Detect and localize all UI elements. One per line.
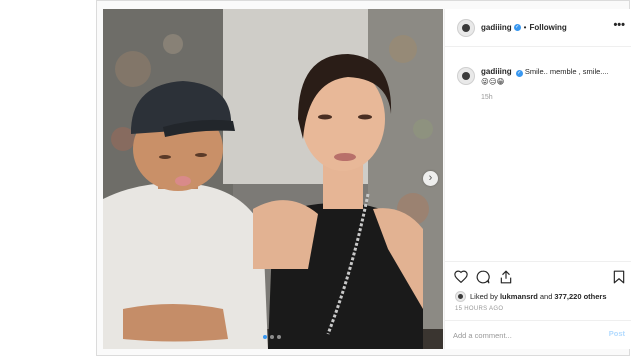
- caption: gadiiing ✓ Smile.. memble , smile.... 😜😑…: [457, 67, 623, 87]
- post-comment-button[interactable]: Post: [609, 329, 625, 338]
- caption-emojis: 😜😑😁: [481, 77, 505, 86]
- avatar[interactable]: [455, 291, 466, 302]
- likes-summary: Liked by lukmansrd and 377,220 others: [455, 291, 609, 302]
- page-right-margin: [630, 0, 640, 360]
- post-side-panel: gadiiing ✓ • Following ••• gadiiing ✓ Sm…: [444, 9, 631, 349]
- caption-text-block: gadiiing ✓ Smile.. memble , smile.... 😜😑…: [481, 67, 609, 87]
- page-left-margin: [0, 0, 96, 360]
- caption-text: Smile.. memble , smile....: [524, 67, 609, 76]
- following-button[interactable]: Following: [529, 23, 566, 32]
- carousel-indicator: [263, 335, 281, 339]
- carousel-dot-active: [263, 335, 267, 339]
- liked-prefix: Liked by: [470, 292, 498, 301]
- verified-icon: ✓: [513, 24, 521, 31]
- heart-icon[interactable]: [454, 270, 468, 283]
- share-icon[interactable]: [499, 270, 513, 284]
- comment-icon[interactable]: [476, 270, 490, 284]
- likes-count[interactable]: 377,220 others: [554, 292, 606, 301]
- comment-input[interactable]: [453, 329, 593, 342]
- post-timestamp[interactable]: 15 HOURS AGO: [455, 306, 503, 312]
- header-separator: •: [523, 23, 527, 32]
- comment-box: Post: [445, 320, 631, 349]
- caption-author[interactable]: gadiiing: [481, 67, 512, 76]
- liked-user[interactable]: lukmansrd: [500, 292, 538, 301]
- post-header: gadiiing ✓ • Following •••: [445, 9, 631, 47]
- carousel-next-button[interactable]: ›: [423, 171, 438, 186]
- more-icon[interactable]: •••: [613, 19, 625, 31]
- bookmark-icon[interactable]: [613, 270, 625, 284]
- caption-time[interactable]: 15h: [481, 94, 493, 101]
- action-bar: [445, 261, 631, 291]
- carousel-dot: [277, 335, 281, 339]
- carousel-dot: [270, 335, 274, 339]
- avatar[interactable]: [457, 18, 475, 37]
- chevron-right-icon: ›: [428, 172, 433, 184]
- verified-icon: ✓: [515, 70, 523, 77]
- avatar[interactable]: [457, 67, 475, 85]
- post-photo[interactable]: [103, 9, 443, 349]
- author-username[interactable]: gadiiing: [481, 23, 512, 32]
- liked-and: and: [539, 292, 553, 301]
